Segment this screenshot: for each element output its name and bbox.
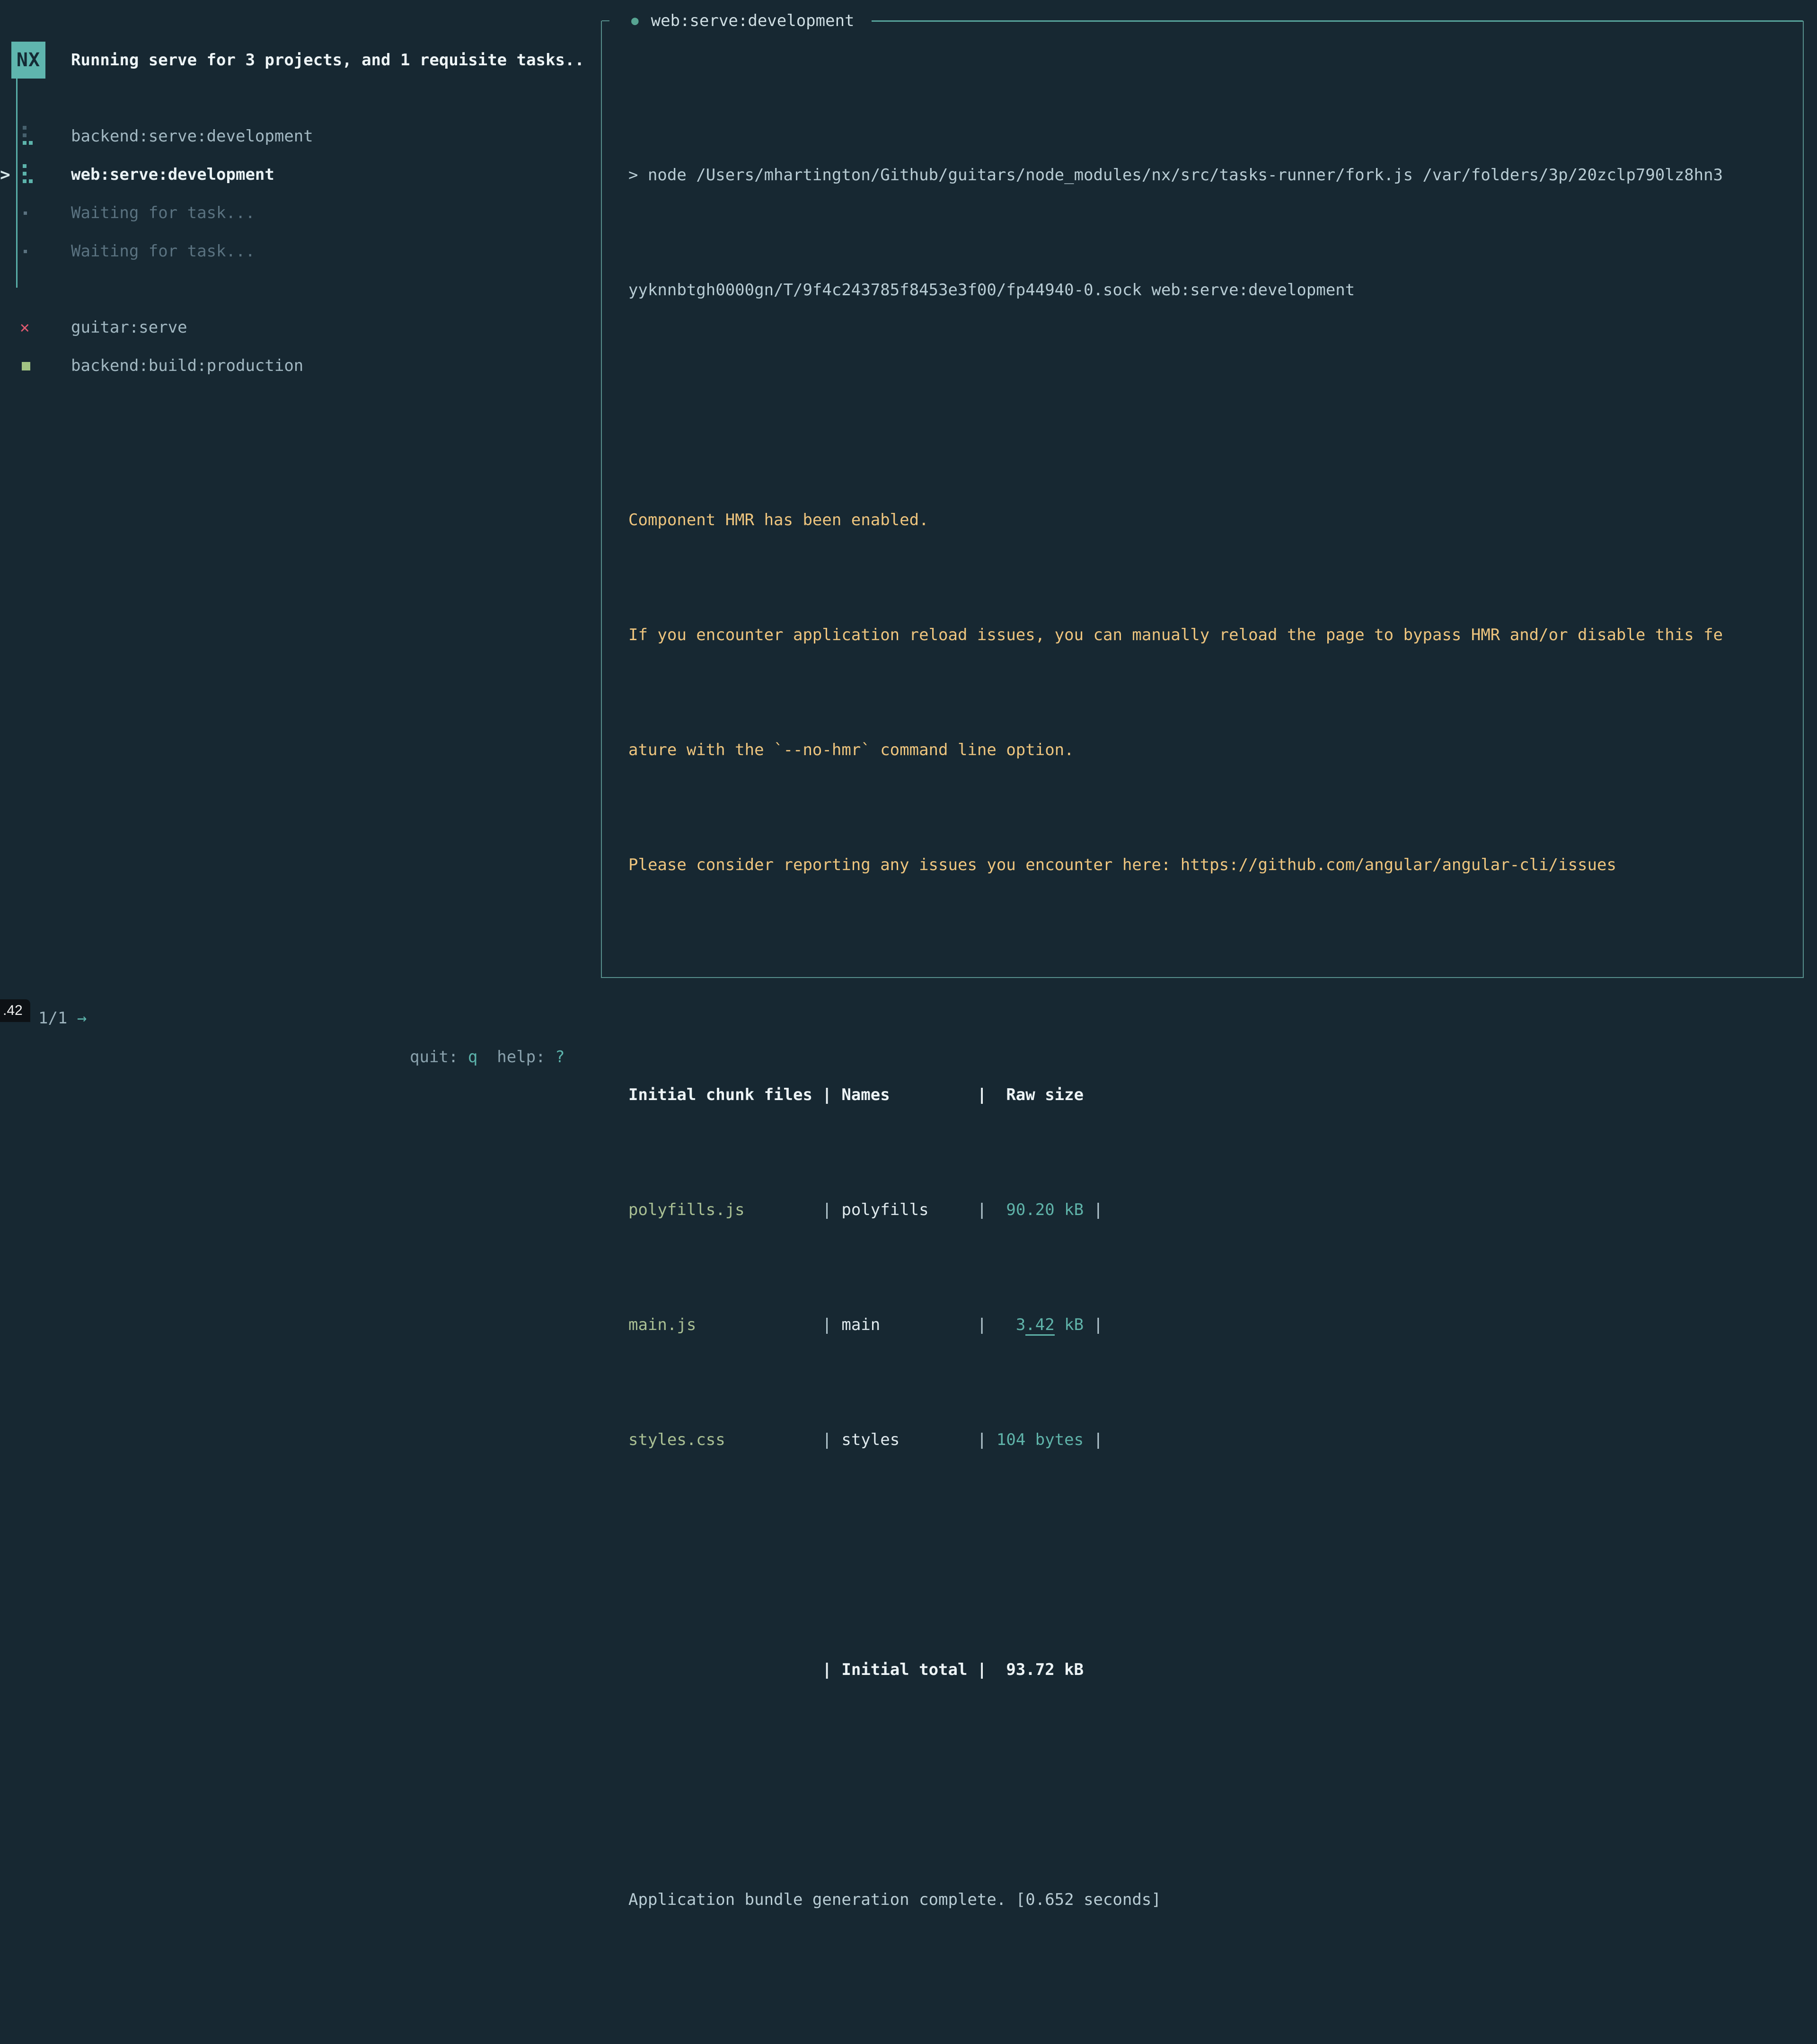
task-label: backend:serve:development [71, 117, 313, 156]
page-title: Running serve for 3 projects, and 1 requ… [71, 42, 584, 79]
chunk-table-row: styles.css | styles | 104 bytes | [628, 1421, 1723, 1459]
task-row-backend-build[interactable]: backend:build:production [0, 347, 596, 385]
chunk-name: main [841, 1315, 880, 1334]
border-stub [602, 20, 609, 21]
chunk-name: styles [841, 1430, 900, 1449]
zoom-level-overlay: .42 [0, 999, 30, 1022]
task-row-waiting-1[interactable]: Waiting for task... [0, 194, 596, 232]
task-output-panel[interactable]: ● web:serve:development > node /Users/mh… [601, 21, 1804, 978]
keyboard-hints: quit: q help: ? [410, 1038, 565, 1076]
next-page-arrow-icon[interactable]: → [77, 1009, 87, 1028]
initial-total: | Initial total | 93.72 kB [822, 1660, 1084, 1679]
terminal-line: yyknnbtgh0000gn/T/9f4c243785f8453e3f00/f… [628, 271, 1723, 309]
blank-line [628, 386, 1723, 424]
task-label: backend:build:production [71, 347, 303, 385]
task-row-web-serve[interactable]: > web:serve:development [0, 156, 596, 194]
terminal-line: > node /Users/mhartington/Github/guitars… [628, 156, 1723, 194]
spinner-icon [21, 126, 37, 148]
nx-logo: NX [11, 42, 45, 79]
task-label: Waiting for task... [71, 232, 255, 271]
task-label: Waiting for task... [71, 194, 255, 232]
chunk-file: main.js [628, 1315, 696, 1334]
dot-icon [24, 211, 27, 215]
panel-header: ● web:serve:development [602, 9, 1803, 32]
status-dot-icon: ● [631, 14, 639, 28]
chunk-table-row: polyfills.js | polyfills | 90.20 kB | [628, 1191, 1723, 1229]
task-row-backend-serve[interactable]: backend:serve:development [0, 117, 596, 156]
cross-icon: ✕ [20, 308, 29, 347]
chunk-size: 104 bytes [987, 1430, 1084, 1449]
chunk-table-header: Initial chunk files | Names | Raw size [628, 1076, 1723, 1114]
task-row-guitar-serve[interactable]: ✕ guitar:serve [0, 308, 596, 347]
terminal-line: Component HMR has been enabled. [628, 501, 1723, 539]
terminal-line: ature with the `--no-hmr` command line o… [628, 731, 1723, 769]
blank-line [628, 1996, 1723, 2034]
chunk-name: polyfills [841, 1200, 928, 1219]
chunk-size: 3 [987, 1315, 1025, 1334]
terminal-output: > node /Users/mhartington/Github/guitars… [628, 79, 1723, 2044]
help-hint-label: help: [497, 1048, 555, 1066]
selected-chevron-icon: > [0, 156, 10, 194]
chunk-table-row: main.js | main | 3.42 kB | [628, 1306, 1723, 1344]
dot-icon [24, 250, 27, 253]
blank-line [628, 1536, 1723, 1574]
quit-key: q [468, 1048, 477, 1066]
chunk-file: styles.css [628, 1430, 725, 1449]
terminal-line: Please consider reporting any issues you… [628, 846, 1723, 884]
page-indicator: 1/1 [38, 1009, 67, 1028]
blank-line [628, 961, 1723, 999]
blank-line [628, 1766, 1723, 1804]
chunk-file: polyfills.js [628, 1200, 745, 1219]
task-label: guitar:serve [71, 308, 187, 347]
task-row-waiting-2[interactable]: Waiting for task... [0, 232, 596, 271]
task-label: web:serve:development [71, 156, 274, 194]
quit-hint-label: quit: [410, 1048, 468, 1066]
square-icon [22, 362, 30, 370]
sidebar-footer: ← 1/1 → quit: q help: ? [0, 960, 596, 999]
spinner-icon [21, 164, 37, 186]
help-key: ? [555, 1048, 565, 1066]
chunk-size: 90.20 kB [987, 1200, 1084, 1219]
chunk-table-total: | Initial total | 93.72 kB [628, 1651, 1723, 1689]
panel-title: web:serve:development [651, 11, 855, 30]
border-line [872, 20, 1803, 22]
terminal-line: Application bundle generation complete. … [628, 1881, 1723, 1919]
terminal-line: If you encounter application reload issu… [628, 616, 1723, 654]
